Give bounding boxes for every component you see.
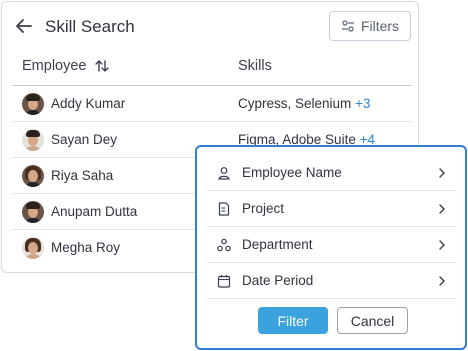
chevron-right-icon [439,276,445,286]
filter-item-label: Project [242,201,285,216]
filter-item-department[interactable]: Department [207,227,456,263]
employee-name: Anupam Dutta [51,204,138,219]
cancel-button[interactable]: Cancel [337,307,408,334]
avatar [22,201,44,223]
document-icon [218,202,230,216]
filters-button[interactable]: Filters [329,11,411,41]
chevron-right-icon [439,204,445,214]
column-label: Skills [238,58,272,74]
skills-list: Cypress, Selenium [238,96,352,111]
filter-item-date-period[interactable]: Date Period [207,263,456,299]
column-header-skills: Skills [238,58,272,74]
filter-button[interactable]: Filter [258,307,328,334]
arrow-left-icon[interactable] [14,16,34,36]
filter-item-employee-name[interactable]: Employee Name [207,155,456,191]
filter-popover: Employee Name Project Department Date Pe [195,145,467,350]
sliders-icon [341,20,354,32]
sort-icon[interactable] [94,58,110,74]
avatar [22,129,44,151]
department-icon [217,238,231,252]
filter-item-label: Date Period [242,273,314,288]
column-label: Employee [22,58,87,74]
more-skills-link[interactable]: +3 [355,96,370,111]
column-header-employee[interactable]: Employee [22,58,110,74]
table-row[interactable]: Addy Kumar Cypress, Selenium +3 [12,86,412,122]
filters-label: Filters [360,18,400,34]
avatar [22,165,44,187]
filter-item-label: Department [242,237,313,252]
skills-cell: Cypress, Selenium +3 [238,96,370,111]
employee-name: Addy Kumar [51,96,126,111]
calendar-icon [217,275,231,288]
filter-item-label: Employee Name [242,165,342,180]
filter-item-project[interactable]: Project [207,191,456,227]
header: Skill Search Filters [2,2,418,50]
chevron-right-icon [439,240,445,250]
page-title: Skill Search [45,17,135,36]
avatar [22,237,44,259]
chevron-right-icon [439,168,445,178]
employee-name: Sayan Dey [51,132,118,147]
employee-name: Riya Saha [51,168,114,183]
person-icon [218,167,230,180]
employee-name: Megha Roy [51,240,121,255]
avatar [22,93,44,115]
